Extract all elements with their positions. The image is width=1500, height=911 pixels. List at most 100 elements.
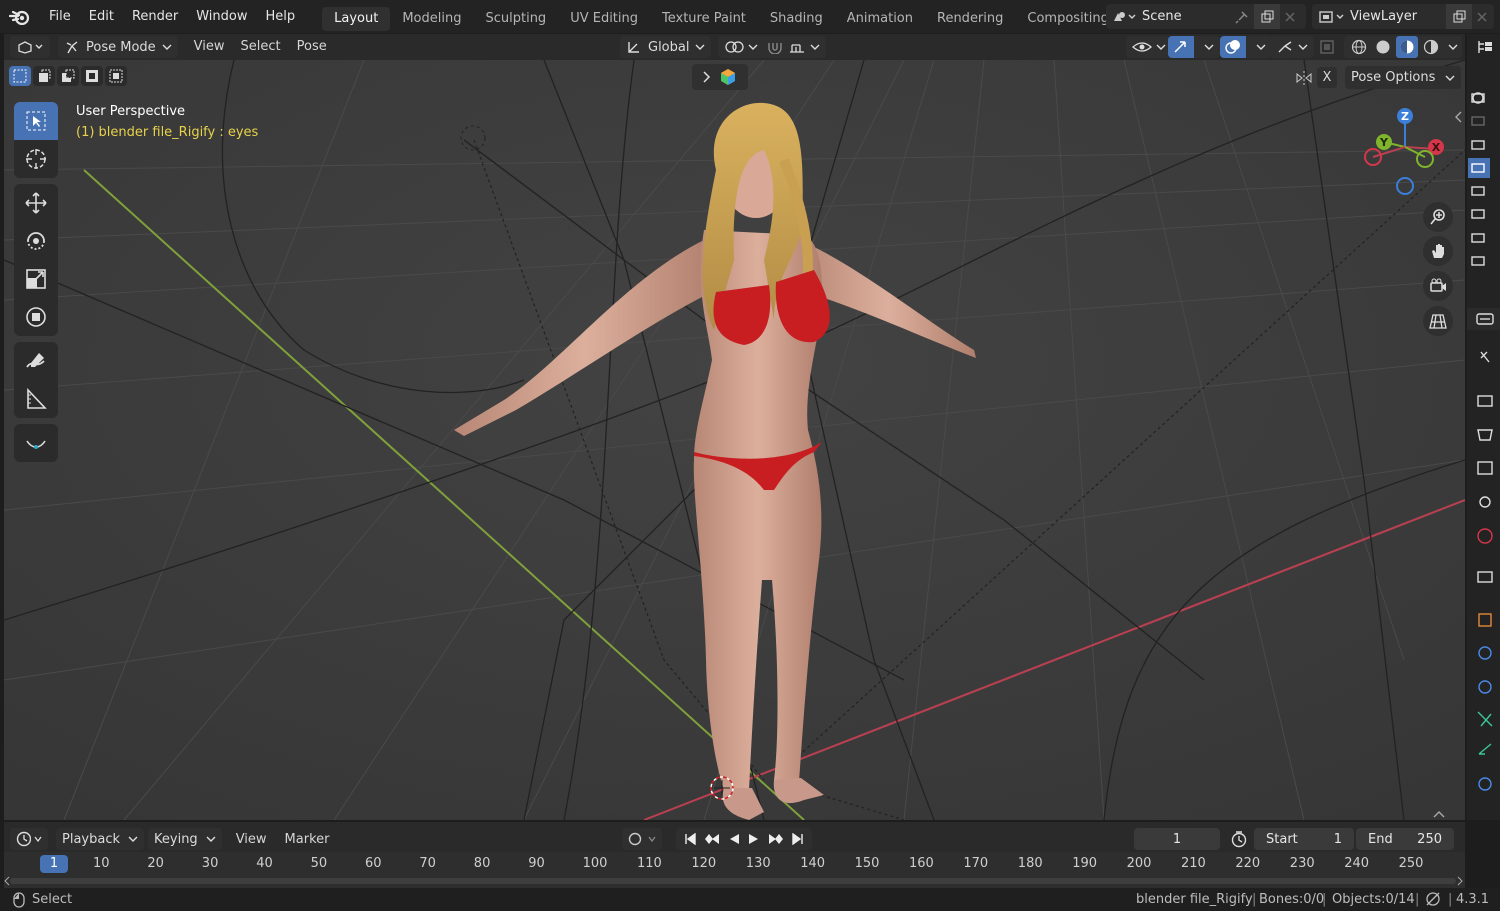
rotate-tool[interactable] [14, 222, 58, 260]
pivot-point-dropdown[interactable] [718, 36, 764, 58]
view-menu[interactable]: View [186, 35, 233, 59]
zoom-view-button[interactable] [1423, 202, 1453, 232]
scale-tool[interactable] [14, 260, 58, 298]
pose-mirror-icon[interactable] [1294, 68, 1314, 88]
menu-file[interactable]: File [40, 0, 80, 33]
timeline-editor-type[interactable] [10, 828, 48, 850]
select-new-icon[interactable] [9, 66, 31, 86]
transform-tool[interactable] [14, 298, 58, 336]
current-frame-marker[interactable]: 1 [40, 855, 68, 873]
bone-overlay-dropdown[interactable] [1270, 36, 1314, 58]
pan-view-button[interactable] [1423, 236, 1453, 266]
viewlayer-name[interactable]: ViewLayer [1350, 9, 1446, 24]
select-menu[interactable]: Select [233, 35, 289, 59]
gizmo-icon[interactable] [1168, 36, 1194, 58]
status-divider: | [1415, 892, 1420, 907]
delete-scene-icon[interactable] [1280, 12, 1300, 22]
relax-pose-tool[interactable] [14, 424, 58, 462]
select-box-tool[interactable] [14, 102, 58, 140]
tab-animation[interactable]: Animation [835, 7, 925, 31]
timeline-scrollbar[interactable] [10, 878, 1456, 884]
end-frame-field[interactable]: End 250 [1356, 828, 1454, 850]
playback-label[interactable]: Playback [62, 832, 120, 847]
jump-keyframe-back-icon[interactable] [704, 833, 720, 845]
play-reverse-icon[interactable] [728, 833, 740, 845]
orientation-label[interactable]: Global [648, 40, 689, 55]
delete-viewlayer-icon[interactable] [1472, 12, 1492, 22]
rendered-shading-icon[interactable] [1420, 39, 1442, 55]
sidebar-expand-icon[interactable] [1454, 110, 1464, 124]
pin-icon[interactable] [1230, 10, 1254, 24]
snapping-controls[interactable] [760, 36, 826, 58]
mode-dropdown[interactable]: Pose Mode [58, 36, 178, 58]
play-icon[interactable] [748, 833, 760, 845]
gizmo-toggle[interactable] [1168, 36, 1220, 58]
camera-view-button[interactable] [1423, 271, 1453, 301]
end-value[interactable]: 250 [1417, 832, 1442, 847]
collapse-up-icon[interactable] [1432, 810, 1446, 818]
solid-shading-icon[interactable] [1372, 39, 1394, 55]
tab-uv-editing[interactable]: UV Editing [558, 7, 650, 31]
jump-end-icon[interactable] [792, 833, 804, 845]
pose-menu[interactable]: Pose [289, 35, 335, 59]
tab-shading[interactable]: Shading [758, 7, 835, 31]
wireframe-shading-icon[interactable] [1348, 39, 1370, 55]
network-off-icon[interactable] [1425, 891, 1441, 907]
select-extend-icon[interactable] [33, 66, 55, 86]
tab-sculpting[interactable]: Sculpting [473, 7, 558, 31]
tab-rendering[interactable]: Rendering [925, 7, 1015, 31]
jump-start-icon[interactable] [684, 833, 696, 845]
blender-logo-icon[interactable] [0, 0, 40, 33]
marker-menu[interactable]: Marker [285, 832, 330, 847]
menu-render[interactable]: Render [123, 0, 187, 33]
select-subtract-icon[interactable] [57, 66, 79, 86]
move-tool[interactable] [14, 184, 58, 222]
editor-type-icon[interactable] [10, 36, 50, 58]
mode-label[interactable]: Pose Mode [86, 40, 156, 55]
outliner-icon[interactable] [1475, 38, 1495, 56]
viewlayer-selector[interactable]: ViewLayer [1312, 4, 1494, 29]
menu-edit[interactable]: Edit [80, 0, 123, 33]
tab-layout[interactable]: Layout [322, 6, 391, 31]
menu-help[interactable]: Help [257, 0, 305, 33]
visibility-dropdown[interactable] [1126, 36, 1172, 58]
start-frame-field[interactable]: Start 1 [1254, 828, 1354, 850]
playback-dropdown[interactable]: Playback [56, 828, 145, 850]
select-invert-icon[interactable] [81, 66, 103, 86]
keying-label[interactable]: Keying [154, 832, 198, 847]
select-intersect-icon[interactable] [105, 66, 127, 86]
navigation-gizmo[interactable]: Z X Y [1360, 102, 1460, 202]
timeline-view-menu[interactable]: View [236, 832, 267, 847]
material-preview-icon[interactable] [1396, 36, 1418, 58]
tab-texture-paint[interactable]: Texture Paint [650, 7, 758, 31]
auto-keying-toggle[interactable] [622, 828, 662, 850]
pose-options-label[interactable]: Pose Options [1351, 70, 1435, 85]
start-value[interactable]: 1 [1334, 832, 1342, 847]
overlays-toggle[interactable] [1220, 36, 1272, 58]
current-frame-field[interactable]: 1 [1134, 828, 1220, 850]
orientation-dropdown[interactable]: Global [620, 36, 712, 58]
pose-options-dropdown[interactable]: Pose Options [1345, 66, 1462, 89]
scene-selector[interactable]: Scene [1106, 4, 1306, 29]
x-mirror-toggle[interactable]: X [1317, 67, 1337, 88]
3d-viewport[interactable]: User Perspective (1) blender file_Rigify… [4, 60, 1465, 820]
scene-icon[interactable] [1106, 9, 1142, 25]
keying-dropdown[interactable]: Keying [148, 828, 222, 850]
tab-modeling[interactable]: Modeling [390, 7, 473, 31]
viewlayer-icon[interactable] [1312, 9, 1350, 25]
annotate-tool[interactable] [14, 342, 58, 380]
tool-settings-toggle[interactable] [692, 64, 748, 90]
scroll-right-icon [1457, 876, 1463, 886]
new-viewlayer-icon[interactable] [1446, 4, 1472, 29]
scene-name[interactable]: Scene [1142, 9, 1230, 24]
cursor-tool[interactable] [14, 140, 58, 178]
frame-ruler[interactable]: 1 10 20 30 40 50 60 70 80 90 100 110 120 130 140 150 160… [4, 852, 1465, 888]
overlays-icon[interactable] [1220, 36, 1246, 58]
preview-range-icon[interactable] [1228, 828, 1250, 850]
menu-window[interactable]: Window [187, 0, 256, 33]
perspective-toggle-button[interactable] [1423, 306, 1453, 336]
new-scene-icon[interactable] [1254, 4, 1280, 29]
measure-tool[interactable] [14, 380, 58, 418]
jump-keyframe-forward-icon[interactable] [768, 833, 784, 845]
xray-icon[interactable] [1316, 36, 1338, 58]
